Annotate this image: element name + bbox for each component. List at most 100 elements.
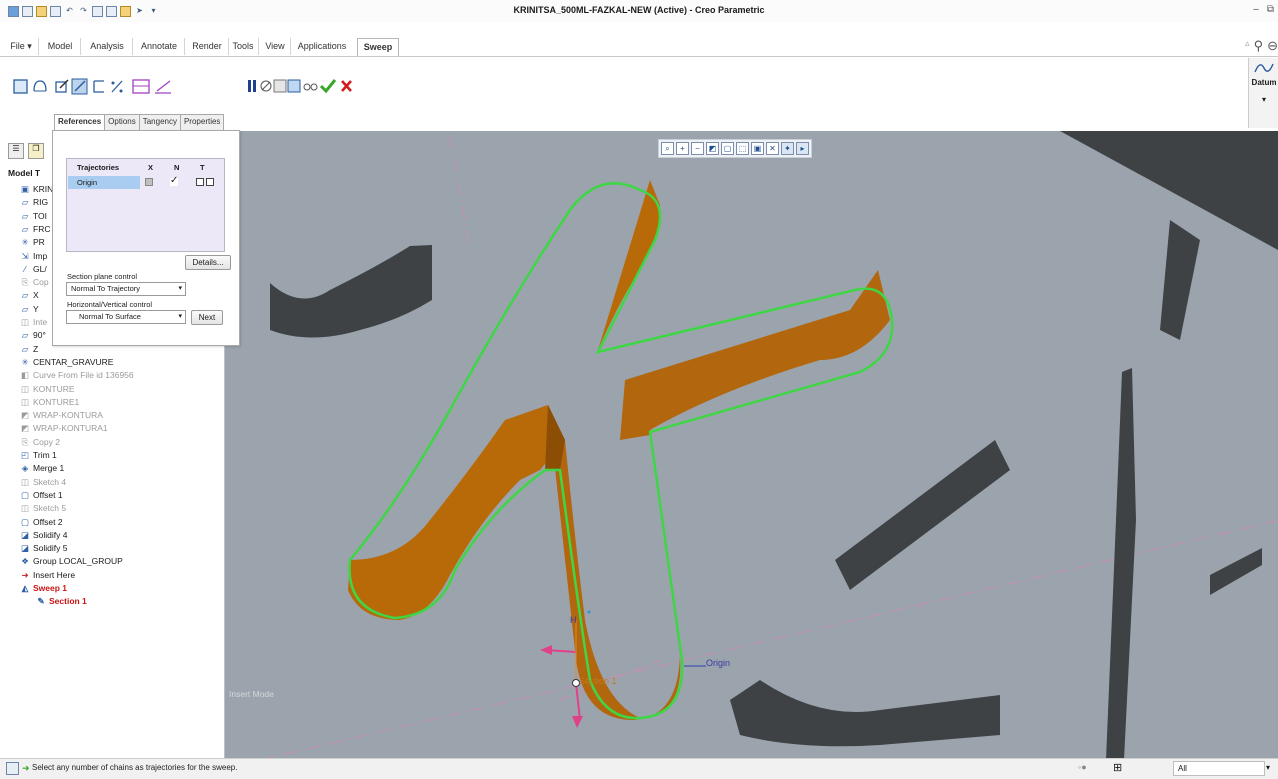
- tree-item[interactable]: ▢ Offset 1: [20, 489, 63, 502]
- tab-tools[interactable]: Tools: [228, 38, 259, 55]
- tab-references[interactable]: References: [54, 114, 106, 130]
- section-plane-value: Normal To Trajectory: [71, 284, 141, 293]
- check-icon[interactable]: [319, 79, 337, 94]
- tree-item[interactable]: ▱ 90°: [20, 329, 46, 342]
- tree-item[interactable]: ◪ Solidify 5: [20, 542, 68, 555]
- sketch-icon: ◫: [20, 503, 30, 514]
- tab-applications[interactable]: Applications: [292, 38, 352, 55]
- trajectory-row-origin[interactable]: Origin: [68, 176, 140, 189]
- remove-material-icon[interactable]: [71, 78, 88, 95]
- tree-item[interactable]: ◫ Sketch 5: [20, 502, 66, 515]
- minimize-icon[interactable]: –: [1253, 4, 1259, 15]
- filter-dropdown-icon[interactable]: ▾: [1266, 763, 1270, 772]
- tree-item[interactable]: ⎘ Copy 2: [20, 436, 60, 449]
- triangle-up-icon[interactable]: ▵: [1245, 38, 1250, 54]
- section-plane-select[interactable]: Normal To Trajectory ▾: [66, 282, 186, 296]
- restore-icon[interactable]: ⧉: [1267, 4, 1274, 15]
- zoom-out-icon[interactable]: −: [691, 142, 704, 155]
- tree-item[interactable]: ◩ WRAP-KONTURA: [20, 409, 103, 422]
- no-preview-icon[interactable]: [260, 80, 272, 92]
- tab-analysis[interactable]: Analysis: [82, 38, 133, 55]
- sketch-icon[interactable]: [55, 79, 69, 93]
- tree-item[interactable]: ▱ X: [20, 289, 39, 302]
- trajectory-icon[interactable]: [155, 80, 171, 94]
- tab-properties[interactable]: Properties: [179, 114, 225, 130]
- datum-dropdown-icon[interactable]: ▾: [1249, 95, 1278, 104]
- display-style-icon[interactable]: ▢: [721, 142, 734, 155]
- graphics-toolbar: ⌕ + − ◩ ▢ ⬚ ▣ ✕ ✦ ▸: [658, 139, 812, 158]
- verify-icon[interactable]: [303, 83, 318, 91]
- zoom-in-icon[interactable]: +: [676, 142, 689, 155]
- tree-item[interactable]: ∕ GL/: [20, 263, 46, 276]
- tree-item[interactable]: ⇲ Imp: [20, 250, 47, 263]
- tree-item[interactable]: ❖ Group LOCAL_GROUP: [20, 555, 123, 568]
- solid-icon[interactable]: [13, 79, 28, 94]
- tab-file[interactable]: File ▾: [4, 38, 39, 55]
- tree-item[interactable]: ◫ KONTURE: [20, 383, 75, 396]
- x-icon[interactable]: [341, 80, 352, 92]
- tree-item[interactable]: ▱ FRC: [20, 223, 51, 236]
- tree-item[interactable]: ◩ WRAP-KONTURA1: [20, 422, 108, 435]
- tab-annotate[interactable]: Annotate: [134, 38, 185, 55]
- x-checkbox[interactable]: [145, 178, 153, 186]
- details-button[interactable]: Details...: [185, 255, 231, 270]
- trajectories-table[interactable]: Trajectories X N T Origin ✓: [66, 158, 225, 252]
- tab-options[interactable]: Options: [104, 114, 140, 130]
- folder-browser-tab-icon[interactable]: ❐: [28, 143, 44, 159]
- spin-center-icon[interactable]: ✦: [781, 142, 794, 155]
- tree-item[interactable]: ▢ Offset 2: [20, 516, 63, 529]
- sketch-icon: ◫: [20, 317, 30, 327]
- tree-item[interactable]: ◭ Sweep 1: [20, 582, 67, 595]
- model-tree-tab-icon[interactable]: ☰: [8, 143, 24, 159]
- model-tree-toggle-icon[interactable]: [6, 762, 19, 775]
- tree-item[interactable]: ◪ Solidify 4: [20, 529, 68, 542]
- tree-item[interactable]: ▱ Z: [20, 343, 38, 356]
- tree-item[interactable]: ▱ RIG: [20, 196, 48, 209]
- saved-views-icon[interactable]: ⬚: [736, 142, 749, 155]
- tree-item[interactable]: ◫ Inte: [20, 316, 47, 329]
- surface-icon[interactable]: [33, 80, 47, 92]
- preview-icon[interactable]: [273, 79, 301, 93]
- tab-tangency[interactable]: Tangency: [138, 114, 181, 130]
- find-icon[interactable]: ⊞: [1113, 761, 1122, 774]
- tab-model[interactable]: Model: [40, 38, 81, 55]
- t-checkbox[interactable]: [196, 178, 204, 186]
- tree-item-label: Curve From File id 136956: [33, 370, 134, 381]
- const-section-icon[interactable]: [111, 80, 123, 93]
- tree-item[interactable]: ✳ CENTAR_GRAVURE: [20, 356, 113, 369]
- var-section-icon[interactable]: [132, 79, 150, 94]
- tree-item[interactable]: ✎ Section 1: [36, 595, 86, 608]
- thicken-icon[interactable]: [93, 80, 104, 93]
- tab-view[interactable]: View: [260, 38, 291, 55]
- chevron-down-icon: ▾: [178, 285, 182, 292]
- tree-item[interactable]: ◰ Trim 1: [20, 449, 57, 462]
- tree-item[interactable]: ◧ Curve From File id 136956: [20, 369, 134, 382]
- next-button[interactable]: Next: [191, 310, 223, 325]
- tree-item[interactable]: ◫ Sketch 4: [20, 476, 66, 489]
- tree-item[interactable]: ▱ TOI: [20, 210, 47, 223]
- search-icon[interactable]: ⚲: [1254, 38, 1264, 54]
- annotation-display-icon[interactable]: ▸: [796, 142, 809, 155]
- pause-icon[interactable]: [248, 80, 256, 92]
- tab-render[interactable]: Render: [186, 38, 229, 55]
- datum-display-icon[interactable]: ✕: [766, 142, 779, 155]
- help-icon[interactable]: ⊖: [1267, 38, 1278, 54]
- tree-item[interactable]: ▱ Y: [20, 303, 39, 316]
- datum-group[interactable]: Datum ▾: [1248, 58, 1278, 128]
- hv-control-select[interactable]: Normal To Surface ▾: [66, 310, 186, 324]
- section-plane-label: Section plane control: [67, 272, 138, 281]
- refit-icon[interactable]: ⌕: [661, 142, 674, 155]
- tree-item[interactable]: ◈ Merge 1: [20, 462, 64, 475]
- selection-filter[interactable]: All: [1173, 761, 1265, 776]
- repaint-icon[interactable]: ◩: [706, 142, 719, 155]
- sweep-tool-buttons: [13, 78, 352, 95]
- t-checkbox-2[interactable]: [206, 178, 214, 186]
- tree-item[interactable]: ◫ KONTURE1: [20, 396, 79, 409]
- n-checkbox[interactable]: ✓: [170, 176, 178, 186]
- tree-item[interactable]: ➜ Insert Here: [20, 569, 75, 582]
- tree-item[interactable]: ✳ PR: [20, 236, 44, 249]
- view-manager-icon[interactable]: ▣: [751, 142, 764, 155]
- graphics-viewport[interactable]: Origin Section 1 H Insert Mode: [224, 131, 1278, 758]
- tree-item[interactable]: ⎘ Cop: [20, 276, 49, 289]
- tab-sweep[interactable]: Sweep: [357, 38, 399, 56]
